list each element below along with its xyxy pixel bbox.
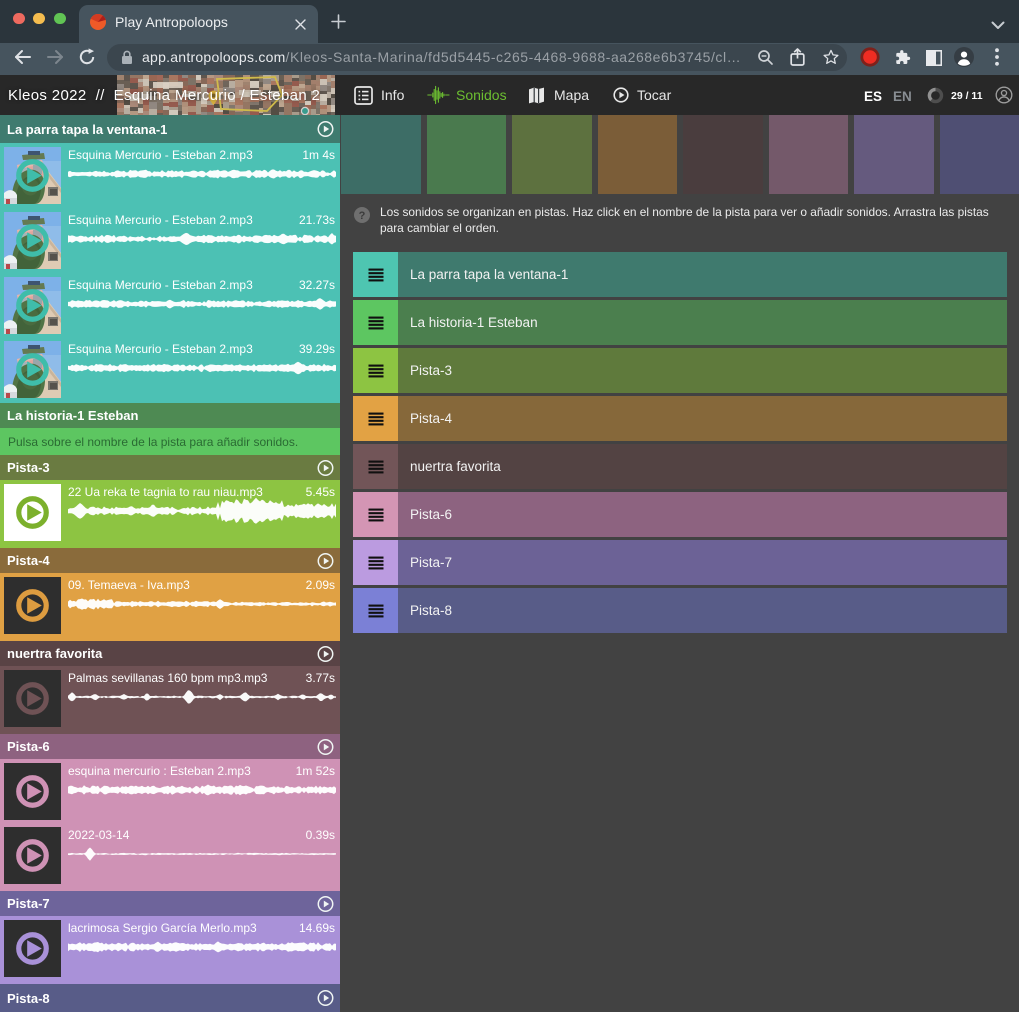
- svg-text:?: ?: [359, 210, 366, 222]
